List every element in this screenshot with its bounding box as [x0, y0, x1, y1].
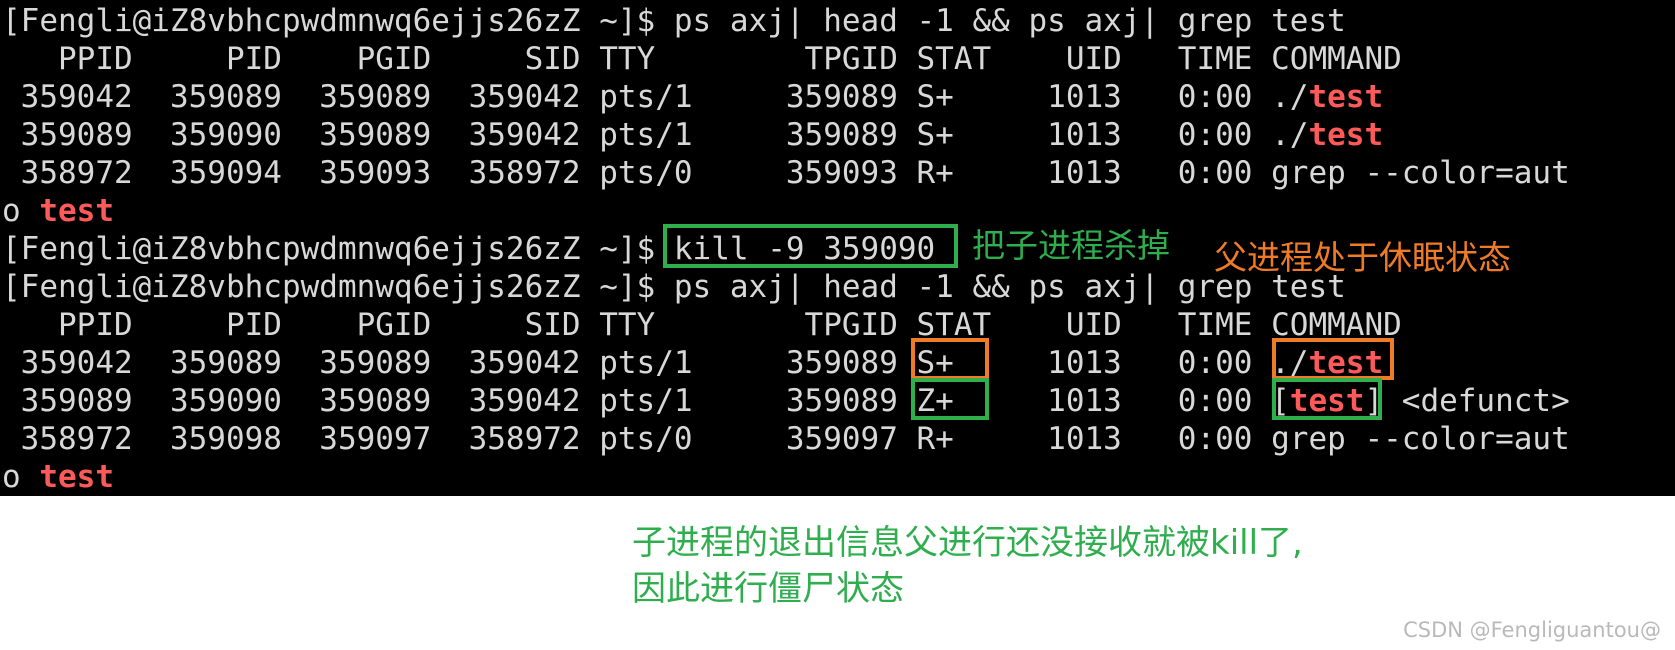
shell-prompt: [Fengli@iZ8vbhcpwdmnwq6ejjs26zZ ~]$: [2, 231, 674, 267]
terminal-wrapped-row: o test: [2, 458, 114, 496]
table-header-text: PPID PID PGID SID TTY TPGID STAT UID TIM…: [2, 41, 1402, 77]
terminal-process-row: 359042 359089 359089 359042 pts/1 359089…: [2, 78, 1383, 116]
grep-match: test: [1308, 117, 1384, 153]
shell-prompt: [Fengli@iZ8vbhcpwdmnwq6ejjs26zZ ~]$: [2, 269, 674, 305]
annotation-parent-sleeping: 父进程处于休眠状态: [1214, 238, 1511, 277]
row-text: 358972 359094 359093 358972 pts/0 359093…: [2, 155, 1570, 191]
terminal-line-command: [Fengli@iZ8vbhcpwdmnwq6ejjs26zZ ~]$ ps a…: [2, 268, 1346, 306]
grep-match: test: [1308, 345, 1384, 381]
row-text: 359042 359089 359089 359042 pts/1 359089…: [2, 79, 1309, 115]
row-text: 359089 359090 359089 359042 pts/1 359089…: [2, 117, 1309, 153]
row-suffix: ] <defunct>: [1364, 383, 1570, 419]
row-text: 359042 359089 359089 359042 pts/1 359089…: [2, 345, 1309, 381]
terminal-table-header: PPID PID PGID SID TTY TPGID STAT UID TIM…: [2, 306, 1402, 344]
table-header-text: PPID PID PGID SID TTY TPGID STAT UID TIM…: [2, 307, 1402, 343]
terminal-process-row: 358972 359094 359093 358972 pts/0 359093…: [2, 154, 1570, 192]
annotation-bottom-note: 子进程的退出信息父进行还没接收就被kill了, 因此进行僵尸状态: [632, 523, 1303, 609]
terminal-zombie-row: 359089 359090 359089 359042 pts/1 359089…: [2, 382, 1570, 420]
annotation-kill-child: 把子进程杀掉: [972, 226, 1170, 265]
terminal-process-row: 359089 359090 359089 359042 pts/1 359089…: [2, 116, 1383, 154]
row-text: o: [2, 459, 40, 495]
terminal-process-row: 358972 359098 359097 358972 pts/0 359097…: [2, 420, 1570, 458]
grep-match: test: [39, 193, 114, 229]
shell-prompt: [Fengli@iZ8vbhcpwdmnwq6ejjs26zZ ~]$: [2, 3, 674, 39]
grep-match: test: [1308, 79, 1384, 115]
terminal-wrapped-row: o test: [2, 192, 114, 230]
terminal-process-row: 359042 359089 359089 359042 pts/1 359089…: [2, 344, 1383, 382]
shell-command: ps axj| head -1 && ps axj| grep test: [673, 3, 1346, 39]
row-text: 358972 359098 359097 358972 pts/0 359097…: [2, 421, 1570, 457]
row-text: o: [2, 193, 40, 229]
kill-command-text: kill -9 359090: [673, 231, 936, 267]
grep-match: test: [1289, 383, 1365, 419]
row-text: 359089 359090 359089 359042 pts/1 359089…: [2, 383, 1290, 419]
watermark: CSDN @Fengliguantou@: [1403, 618, 1661, 642]
grep-match: test: [39, 459, 114, 495]
terminal-table-header: PPID PID PGID SID TTY TPGID STAT UID TIM…: [2, 40, 1402, 78]
terminal-line-kill-command: [Fengli@iZ8vbhcpwdmnwq6ejjs26zZ ~]$ kill…: [2, 230, 935, 268]
terminal-line-command: [Fengli@iZ8vbhcpwdmnwq6ejjs26zZ ~]$ ps a…: [2, 2, 1346, 40]
